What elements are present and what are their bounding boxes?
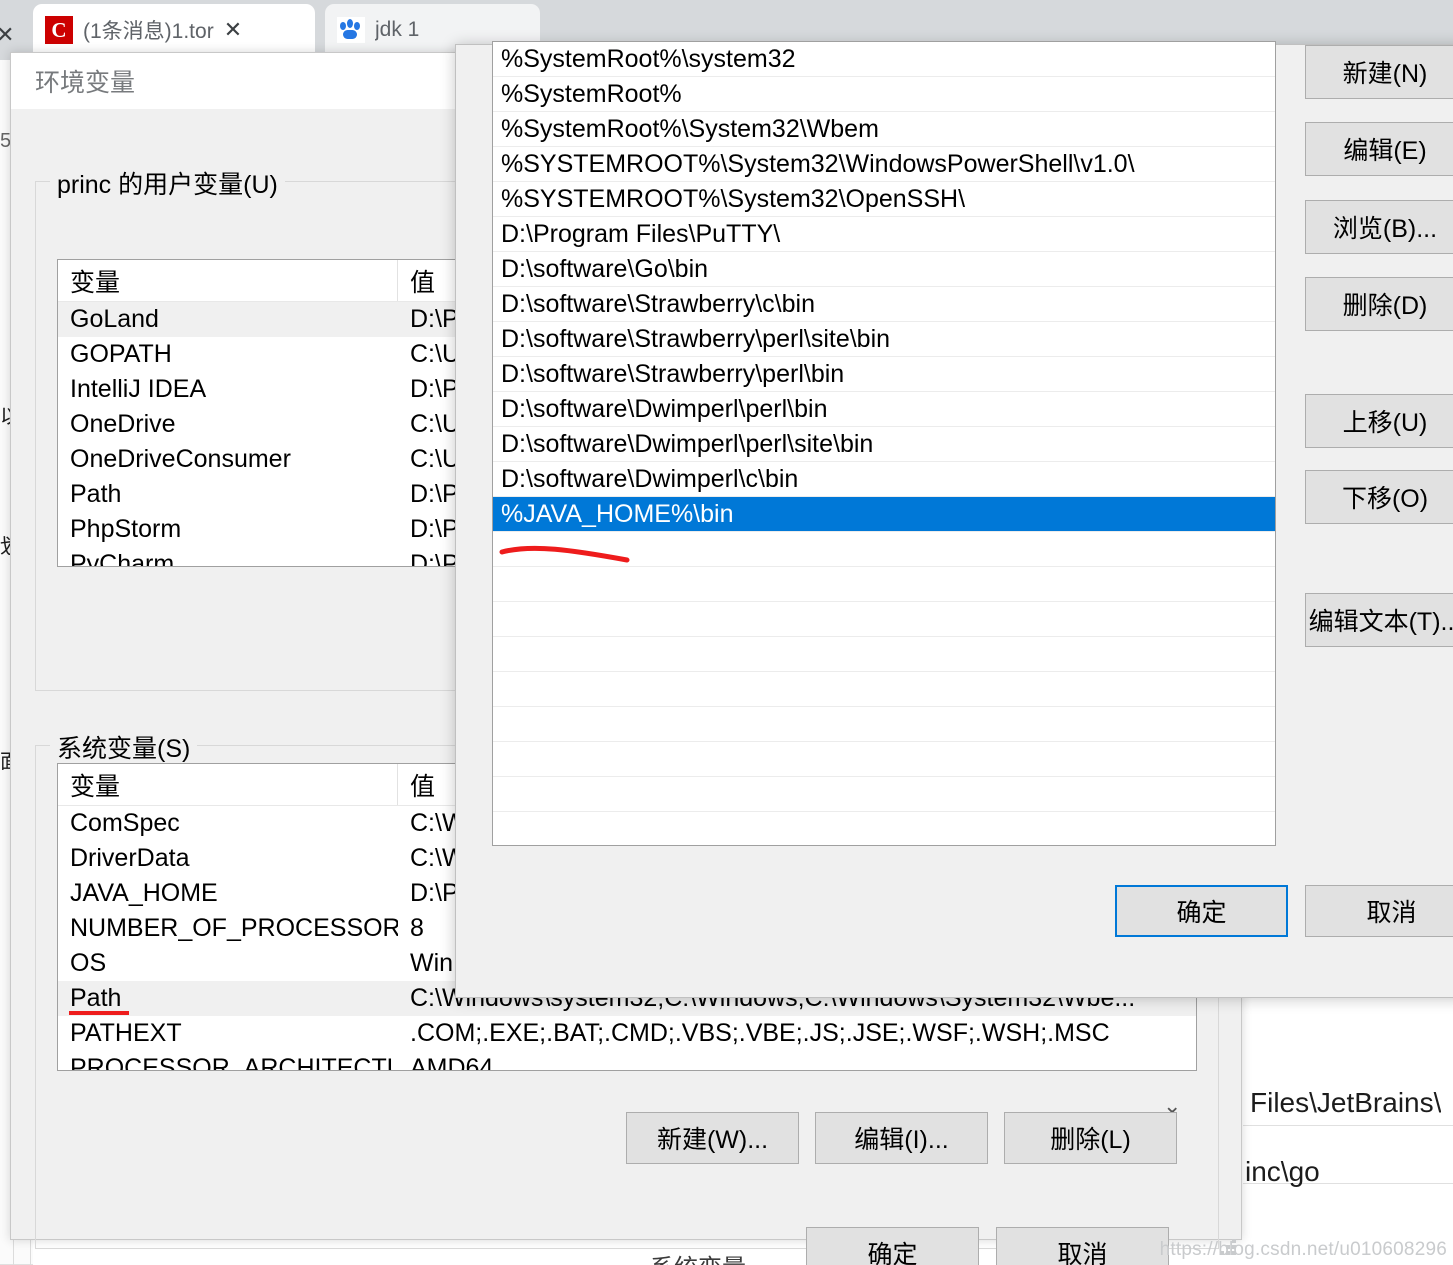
tab-title: jdk 1 bbox=[375, 18, 420, 41]
column-header-name[interactable]: 变量 bbox=[58, 260, 398, 301]
edit-path-dialog: %SystemRoot%\system32 %SystemRoot% %System… bbox=[455, 41, 1453, 998]
path-cancel-button[interactable]: 取消 bbox=[1305, 885, 1453, 937]
tab-title: (1条消息)1.tor bbox=[83, 20, 214, 43]
system-variable-row[interactable]: PATHEXT .COM;.EXE;.BAT;.CMD;.VBS;.VBE;.JS… bbox=[58, 1016, 1196, 1051]
path-entry-row[interactable]: D:\Program Files\PuTTY\ bbox=[493, 217, 1275, 252]
watermark-text: https://blog.csdn.net/u010608296 bbox=[1159, 1239, 1447, 1260]
path-entry-row[interactable]: %SYSTEMROOT%\System32\OpenSSH\ bbox=[493, 182, 1275, 217]
path-entry-row[interactable]: %JAVA_HOME%\bin bbox=[493, 497, 1275, 532]
path-button-浏览B[interactable]: 浏览(B)... bbox=[1305, 200, 1453, 254]
path-entry-row[interactable] bbox=[493, 567, 1275, 602]
variable-name: JAVA_HOME bbox=[70, 879, 218, 907]
path-button-编辑文本T[interactable]: 编辑文本(T)... bbox=[1305, 593, 1453, 647]
environment-variables-dialog: 环境变量 princ 的用户变量(U) 变量 值 GoLand D:\P GOPAT… bbox=[10, 41, 1453, 1265]
column-header-value[interactable]: 值 bbox=[398, 260, 435, 301]
system-button-edit[interactable]: 编辑(I)... bbox=[815, 1112, 988, 1164]
path-ok-button[interactable]: 确定 bbox=[1115, 885, 1288, 937]
variable-name: Path bbox=[70, 984, 122, 1012]
path-button-上移U[interactable]: 上移(U) bbox=[1305, 394, 1453, 448]
path-entry-row[interactable] bbox=[493, 532, 1275, 567]
column-header-value[interactable]: 值 bbox=[398, 764, 435, 805]
path-entry-row[interactable]: D:\software\Dwimperl\perl\bin bbox=[493, 392, 1275, 427]
variable-value: .COM;.EXE;.BAT;.CMD;.VBS;.VBE;.JS;.JSE;.… bbox=[410, 1019, 1110, 1047]
red-annotation-underline bbox=[69, 1011, 129, 1015]
variable-name: GOPATH bbox=[70, 340, 172, 368]
system-variables-legend: 系统变量(S) bbox=[50, 729, 198, 765]
path-button-编辑E[interactable]: 编辑(E) bbox=[1305, 122, 1453, 176]
path-button-下移O[interactable]: 下移(O) bbox=[1305, 470, 1453, 524]
path-entry-row[interactable]: D:\software\Dwimperl\perl\site\bin bbox=[493, 427, 1275, 462]
path-button-新建N[interactable]: 新建(N) bbox=[1305, 45, 1453, 99]
path-entry-row[interactable] bbox=[493, 777, 1275, 812]
variable-name: PhpStorm bbox=[70, 515, 182, 543]
variable-name: OneDriveConsumer bbox=[70, 445, 291, 473]
dialog-title: 环境变量 bbox=[35, 69, 136, 97]
path-entry-row[interactable] bbox=[493, 602, 1275, 637]
variable-name: PROCESSOR_ARCHITECTU... bbox=[70, 1054, 398, 1071]
variable-value: AMD64 bbox=[410, 1054, 494, 1071]
system-button-new[interactable]: 新建(W)... bbox=[626, 1112, 799, 1164]
variable-name: ComSpec bbox=[70, 809, 180, 837]
background-cut-text: 系统变量 bbox=[650, 1248, 830, 1265]
path-entry-row[interactable] bbox=[493, 742, 1275, 777]
path-entry-row[interactable]: D:\software\Dwimperl\c\bin bbox=[493, 462, 1275, 497]
path-entry-row[interactable]: %SYSTEMROOT%\System32\WindowsPowerShell\… bbox=[493, 147, 1275, 182]
env-cancel-button[interactable]: 取消 bbox=[996, 1227, 1169, 1265]
variable-name: Path bbox=[70, 480, 122, 508]
path-entry-row[interactable]: D:\software\Go\bin bbox=[493, 252, 1275, 287]
path-entry-row[interactable] bbox=[493, 812, 1275, 845]
path-entry-row[interactable]: D:\software\Strawberry\c\bin bbox=[493, 287, 1275, 322]
variable-name: GoLand bbox=[70, 305, 159, 333]
path-entry-row[interactable]: D:\software\Strawberry\perl\site\bin bbox=[493, 322, 1275, 357]
path-button-删除D[interactable]: 删除(D) bbox=[1305, 277, 1453, 331]
env-ok-button[interactable]: 确定 bbox=[806, 1227, 979, 1265]
path-entry-row[interactable]: %SystemRoot% bbox=[493, 77, 1275, 112]
close-icon[interactable]: ✕ bbox=[224, 19, 242, 41]
variable-name: OS bbox=[70, 949, 107, 977]
variable-name: NUMBER_OF_PROCESSORS bbox=[70, 914, 398, 942]
path-entry-row[interactable] bbox=[493, 707, 1275, 742]
baidu-icon bbox=[337, 17, 365, 43]
variable-name: PyCharm bbox=[70, 550, 175, 567]
variable-name: OneDrive bbox=[70, 410, 176, 438]
system-button-delete[interactable]: 删除(L) bbox=[1004, 1112, 1177, 1164]
column-header-name[interactable]: 变量 bbox=[58, 764, 398, 805]
path-entry-row[interactable]: D:\software\Strawberry\perl\bin bbox=[493, 357, 1275, 392]
variable-name: PATHEXT bbox=[70, 1019, 182, 1047]
background-jetbrains-path: Files\JetBrains\ bbox=[1250, 1087, 1442, 1118]
path-entry-row[interactable]: %SystemRoot%\system32 bbox=[493, 42, 1275, 77]
path-entry-row[interactable]: %SystemRoot%\System32\Wbem bbox=[493, 112, 1275, 147]
variable-name: IntelliJ IDEA bbox=[70, 375, 207, 403]
system-variable-row[interactable]: PROCESSOR_ARCHITECTU... AMD64 bbox=[58, 1051, 1196, 1071]
path-entry-row[interactable] bbox=[493, 637, 1275, 672]
background-go-path: inc\go bbox=[1245, 1156, 1320, 1187]
csdn-icon: C bbox=[45, 16, 73, 44]
browser-tab-csdn[interactable]: C (1条消息)1.tor ✕ bbox=[33, 4, 315, 56]
path-entry-list[interactable]: %SystemRoot%\system32 %SystemRoot% %System… bbox=[492, 41, 1276, 846]
previous-tab-close-icon[interactable]: ✕ bbox=[0, 22, 14, 48]
user-variables-legend: princ 的用户变量(U) bbox=[50, 165, 285, 201]
path-entry-row[interactable] bbox=[493, 672, 1275, 707]
variable-name: DriverData bbox=[70, 844, 190, 872]
